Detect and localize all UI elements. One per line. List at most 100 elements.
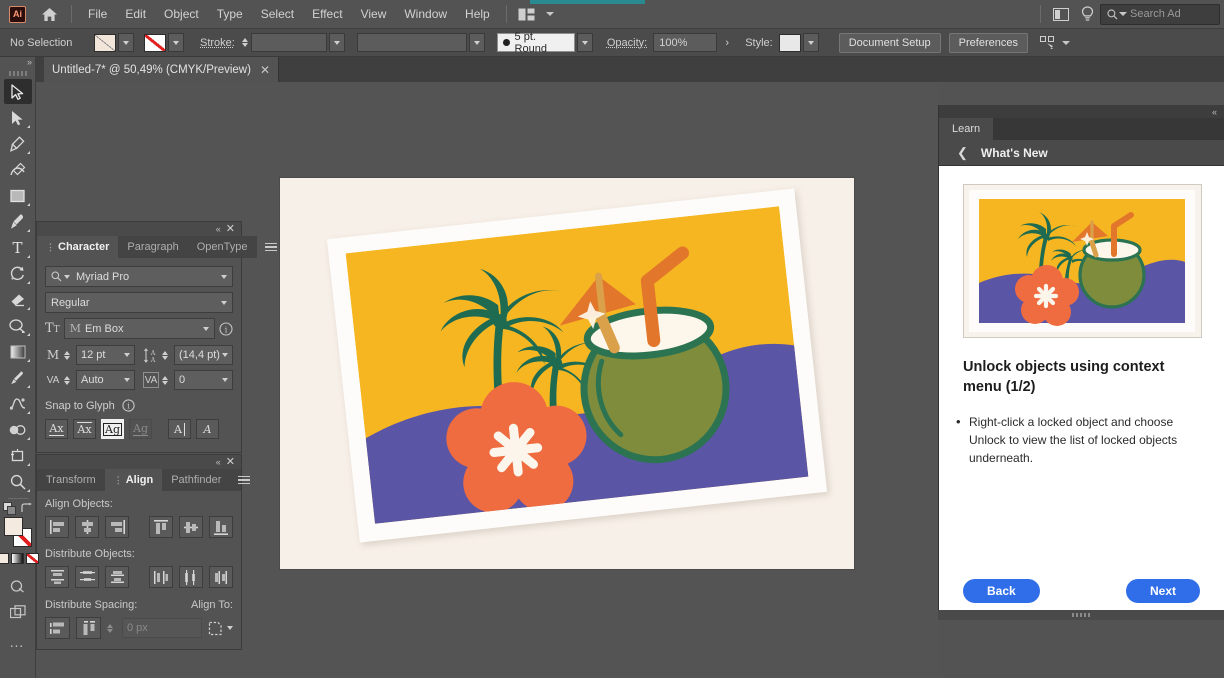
font-style-chevron-down-icon[interactable] xyxy=(221,300,227,305)
default-fill-stroke-icon[interactable] xyxy=(2,502,16,515)
font-size-field[interactable]: 12 pt xyxy=(76,345,135,365)
font-metric-chevron-down-icon[interactable] xyxy=(203,326,209,331)
opacity-field[interactable]: 100% xyxy=(653,33,718,52)
info-icon[interactable]: i xyxy=(219,321,233,336)
arrange-documents-icon[interactable] xyxy=(514,3,540,25)
distribute-vertical-top-icon[interactable] xyxy=(45,566,69,588)
rectangle-tool[interactable] xyxy=(4,183,32,208)
font-style-input[interactable]: Regular xyxy=(45,292,233,313)
menu-type[interactable]: Type xyxy=(208,3,252,25)
distribute-vertical-space-icon[interactable] xyxy=(45,617,70,639)
curvature-tool[interactable] xyxy=(4,157,32,182)
spacing-value-field[interactable]: 0 px xyxy=(122,618,202,638)
menu-object[interactable]: Object xyxy=(155,3,208,25)
stroke-weight-field[interactable] xyxy=(250,33,327,52)
eyedropper-tool[interactable] xyxy=(4,365,32,390)
stroke-none-swatch[interactable] xyxy=(144,33,166,52)
eraser-tool[interactable] xyxy=(4,287,32,312)
stroke-weight-dropdown[interactable] xyxy=(328,33,345,52)
gradient-mode-icon[interactable] xyxy=(11,553,24,564)
collapse-panel-icon[interactable]: « xyxy=(216,457,221,467)
arrange-chevron-down-icon[interactable] xyxy=(545,12,554,16)
rotate-tool[interactable] xyxy=(4,261,32,286)
document-tab[interactable]: Untitled-7* @ 50,49% (CMYK/Preview) ✕ xyxy=(44,57,279,82)
font-family-input[interactable]: Myriad Pro xyxy=(45,266,233,287)
kerning-stepper[interactable] xyxy=(64,375,70,385)
tab-paragraph[interactable]: Paragraph xyxy=(118,236,188,258)
align-vertical-center-icon[interactable] xyxy=(179,516,203,538)
stroke-profile-dropdown[interactable] xyxy=(468,33,485,52)
close-icon[interactable]: ✕ xyxy=(260,64,270,76)
kerning-chevron-icon[interactable] xyxy=(124,378,130,382)
snap-descender[interactable]: Ag xyxy=(129,419,152,439)
tropical-coconut-illustration-thumbnail[interactable] xyxy=(963,184,1202,338)
menu-view[interactable]: View xyxy=(352,3,396,25)
menu-select[interactable]: Select xyxy=(252,3,303,25)
opacity-flyout-arrow[interactable]: › xyxy=(719,33,736,52)
preferences-button[interactable]: Preferences xyxy=(948,32,1028,53)
fill-color-swatch[interactable] xyxy=(3,517,23,536)
tab-opentype[interactable]: OpenType xyxy=(187,236,257,258)
kerning-field[interactable]: Auto xyxy=(76,370,135,390)
align-left-icon[interactable] xyxy=(45,516,69,538)
tracking-stepper[interactable] xyxy=(162,375,168,385)
graphic-style-dropdown[interactable] xyxy=(802,33,819,52)
arrange-screen-icon[interactable] xyxy=(4,599,32,624)
select-similar-objects-icon[interactable] xyxy=(1039,35,1070,50)
align-panel-titlebar[interactable]: « ✕ xyxy=(37,455,241,469)
close-icon[interactable]: ✕ xyxy=(226,223,235,235)
change-screen-mode-icon[interactable] xyxy=(4,573,32,598)
artboard-tool[interactable] xyxy=(4,443,32,468)
collapse-panel-icon[interactable]: « xyxy=(216,224,221,234)
snap-em-box[interactable]: Ag xyxy=(101,419,124,439)
toolbar-collapse-icon[interactable]: » xyxy=(0,57,35,67)
none-mode-icon[interactable] xyxy=(26,553,39,564)
stroke-swatch-dropdown[interactable] xyxy=(168,33,184,52)
stroke-profile-field[interactable] xyxy=(356,33,467,52)
search-chevron-down-icon[interactable] xyxy=(1119,12,1127,16)
lightbulb-discover-icon[interactable] xyxy=(1074,3,1100,25)
tab-align[interactable]: ⋮ Align xyxy=(104,469,163,491)
align-to-chevron-down-icon[interactable] xyxy=(227,626,233,630)
tab-transform[interactable]: Transform xyxy=(37,469,105,491)
align-bottom-icon[interactable] xyxy=(209,516,233,538)
tab-learn[interactable]: Learn xyxy=(939,118,994,140)
fill-swatch[interactable] xyxy=(94,33,116,52)
close-icon[interactable]: ✕ xyxy=(226,456,235,468)
zoom-tool[interactable] xyxy=(4,469,32,494)
align-top-icon[interactable] xyxy=(149,516,173,538)
brush-definition-dropdown[interactable] xyxy=(576,33,593,52)
brush-definition-field[interactable]: 5 pt. Round xyxy=(496,31,575,55)
align-horizontal-center-icon[interactable] xyxy=(75,516,99,538)
graphic-style-swatch[interactable] xyxy=(778,33,801,52)
tropical-coconut-beach-illustration[interactable] xyxy=(345,206,809,524)
collapse-panel-icon[interactable]: « xyxy=(1212,107,1217,117)
document-setup-button[interactable]: Document Setup xyxy=(838,32,941,53)
edit-toolbar-ellipsis-icon[interactable]: … xyxy=(9,635,26,650)
panel-menu-icon[interactable] xyxy=(230,469,258,491)
type-tool[interactable]: T xyxy=(4,235,32,260)
artboard[interactable] xyxy=(280,178,854,569)
font-size-chevron-icon[interactable] xyxy=(124,353,130,357)
home-icon[interactable] xyxy=(34,0,64,28)
scale-tool[interactable] xyxy=(4,313,32,338)
distribute-vertical-bottom-icon[interactable] xyxy=(105,566,129,588)
align-to-selection-icon[interactable] xyxy=(208,621,233,636)
learn-panel-resize-handle[interactable] xyxy=(938,610,1224,620)
spacing-stepper[interactable] xyxy=(107,623,113,633)
panel-menu-icon[interactable] xyxy=(257,236,285,258)
tab-pathfinder[interactable]: Pathfinder xyxy=(162,469,231,491)
distribute-vertical-center-icon[interactable] xyxy=(75,566,99,588)
distribute-horizontal-center-icon[interactable] xyxy=(179,566,203,588)
pen-tool[interactable] xyxy=(4,131,32,156)
font-search-chevron-icon[interactable] xyxy=(64,274,70,279)
snap-slant-left[interactable]: A xyxy=(168,419,191,439)
select-similar-chevron-down-icon[interactable] xyxy=(1061,40,1070,45)
distribute-horizontal-space-icon[interactable] xyxy=(76,617,101,639)
snap-x-height[interactable]: Ax xyxy=(73,419,96,439)
font-size-stepper[interactable] xyxy=(64,350,70,360)
font-metric-input[interactable]: M Em Box xyxy=(63,318,215,339)
distribute-horizontal-right-icon[interactable] xyxy=(209,566,233,588)
search-input[interactable]: Search Ad xyxy=(1100,3,1220,25)
leading-chevron-icon[interactable] xyxy=(222,353,228,357)
